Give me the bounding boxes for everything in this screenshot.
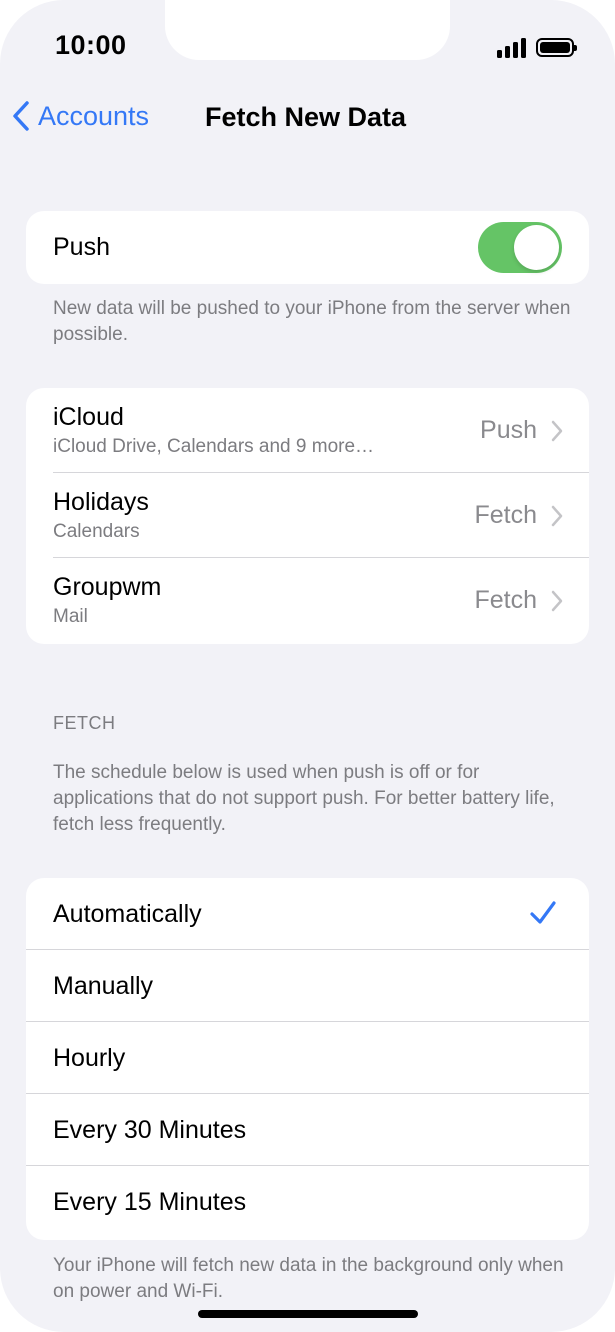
status-indicators [497, 37, 577, 58]
fetch-options-group: Automatically Manually Hourly Every 30 M… [26, 878, 589, 1240]
fetch-section-header: FETCH [53, 713, 116, 733]
account-detail: Calendars [53, 520, 140, 542]
device-notch [165, 0, 450, 60]
fetch-option-label: Manually [53, 971, 154, 1000]
fetch-option-label: Automatically [53, 899, 202, 928]
fetch-option-every-15-minutes[interactable]: Every 15 Minutes [26, 1166, 589, 1238]
account-row-groupwm[interactable]: Groupwm Mail Fetch [26, 558, 589, 643]
account-mode: Fetch [474, 501, 537, 529]
fetch-option-hourly[interactable]: Hourly [26, 1022, 589, 1094]
push-label: Push [53, 233, 110, 261]
chevron-right-icon [551, 590, 563, 611]
cellular-signal-icon [497, 37, 526, 58]
fetch-description: The schedule below is used when push is … [53, 762, 555, 835]
chevron-right-icon [551, 505, 563, 526]
fetch-option-label: Every 30 Minutes [53, 1115, 247, 1144]
account-mode: Push [480, 416, 537, 444]
push-group: Push [26, 211, 589, 284]
fetch-option-label: Every 15 Minutes [53, 1187, 247, 1216]
account-name: Holidays [53, 487, 149, 516]
account-row-icloud[interactable]: iCloud iCloud Drive, Calendars and 9 mor… [26, 388, 589, 473]
home-indicator[interactable] [198, 1310, 418, 1318]
fetch-footnote: Your iPhone will fetch new data in the b… [53, 1255, 564, 1302]
account-name: iCloud [53, 402, 124, 431]
fetch-option-automatically[interactable]: Automatically [26, 878, 589, 950]
fetch-option-every-30-minutes[interactable]: Every 30 Minutes [26, 1094, 589, 1166]
account-row-holidays[interactable]: Holidays Calendars Fetch [26, 473, 589, 558]
fetch-option-manually[interactable]: Manually [26, 950, 589, 1022]
chevron-right-icon [551, 420, 563, 441]
account-mode: Fetch [474, 586, 537, 614]
chevron-left-icon [13, 101, 29, 131]
fetch-option-label: Hourly [53, 1043, 126, 1072]
push-row: Push [26, 211, 589, 284]
back-button-label: Accounts [38, 100, 150, 131]
account-name: Groupwm [53, 572, 162, 601]
push-toggle[interactable] [478, 222, 562, 273]
phone-screen: 10:00 Accounts Fetch New Data Push New d… [0, 0, 615, 1332]
push-footnote: New data will be pushed to your iPhone f… [53, 298, 571, 345]
toggle-knob [514, 225, 559, 270]
status-time: 10:00 [55, 30, 127, 60]
accounts-group: iCloud iCloud Drive, Calendars and 9 mor… [26, 388, 589, 644]
back-button[interactable]: Accounts [12, 100, 149, 132]
account-detail: Mail [53, 605, 88, 627]
checkmark-icon [530, 901, 556, 924]
page-title: Fetch New Data [205, 102, 407, 132]
battery-icon [536, 38, 577, 57]
account-detail: iCloud Drive, Calendars and 9 more… [53, 435, 375, 457]
